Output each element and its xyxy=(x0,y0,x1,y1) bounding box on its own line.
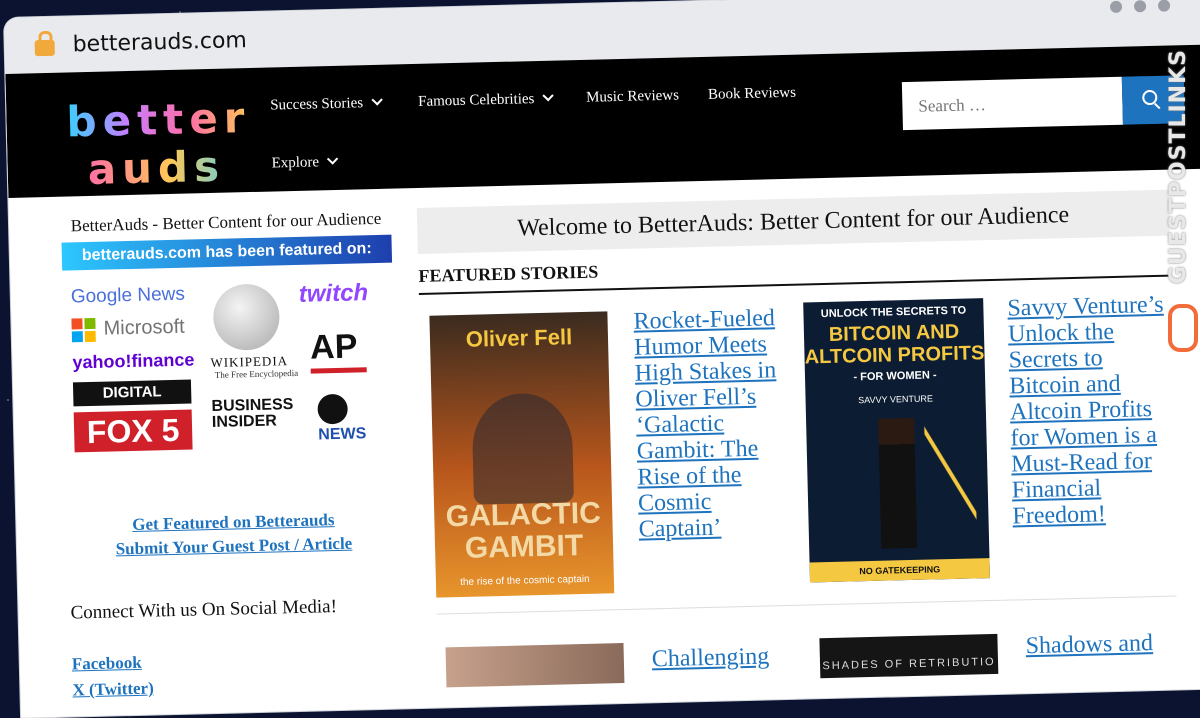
watermark-text: GUESTPOSTLINKS xyxy=(1166,49,1191,284)
yahoo-finance-logo: yahoo!finance xyxy=(72,349,195,373)
story-title-link[interactable]: Savvy Venture’s Unlock the Secrets to Bi… xyxy=(1007,292,1164,530)
microsoft-logo: Microsoft xyxy=(103,315,185,340)
chevron-down-icon xyxy=(327,153,339,165)
connect-heading: Connect With us On Social Media! xyxy=(70,596,338,624)
story-title-link[interactable]: Challenging xyxy=(652,644,770,673)
bitcoin-profits-cover[interactable]: UNLOCK THE SECRETS TO BITCOIN AND ALTCOI… xyxy=(803,298,990,583)
story-divider xyxy=(436,595,1177,615)
galactic-gambit-cover[interactable]: Oliver Fell GALACTIC GAMBIT the rise of … xyxy=(429,311,615,598)
search-icon xyxy=(1142,89,1158,106)
cover-title: BITCOIN AND ALTCOIN PROFITS xyxy=(804,320,985,369)
main-content: Welcome to BetterAuds: Better Content fo… xyxy=(416,189,1177,688)
nav-famous-celebrities[interactable]: Famous Celebrities xyxy=(417,90,554,111)
chart-arrow-icon xyxy=(924,418,977,530)
sidebar: BetterAuds - Better Content for our Audi… xyxy=(61,209,403,707)
cover-subtitle: - FOR WOMEN - xyxy=(853,369,937,384)
fox5-logo: FOX 5 xyxy=(73,409,193,453)
nav-book-reviews[interactable]: Book Reviews xyxy=(708,85,796,104)
story-card: Rocket-Fueled Humor Meets High Stakes in… xyxy=(633,305,799,542)
twitter-link[interactable]: X (Twitter) xyxy=(72,672,402,700)
nav-music-reviews[interactable]: Music Reviews xyxy=(586,88,679,107)
submit-guest-post-link[interactable]: Submit Your Guest Post / Article xyxy=(69,533,399,561)
ap-logo: AP xyxy=(309,327,358,367)
browser-window: betterauds.com better auds Success Stori… xyxy=(4,0,1200,718)
search-input[interactable] xyxy=(901,76,1121,133)
window-controls xyxy=(1109,0,1171,13)
featured-on-banner: betterauds.com has been featured on: xyxy=(61,234,393,271)
cover-footer: NO GATEKEEPING xyxy=(809,558,990,583)
logo-line1: better xyxy=(65,93,252,147)
guestpostlinks-watermark: GUESTPOSTLINKS xyxy=(1160,49,1200,354)
cover-subtitle: the rise of the cosmic captain xyxy=(460,573,590,589)
story-title-link[interactable]: Shadows and xyxy=(1025,630,1153,659)
search-box xyxy=(901,76,1123,133)
cover-author: Oliver Fell xyxy=(465,324,573,352)
shades-of-retribution-cover[interactable]: SHADES OF RETRIBUTIO xyxy=(819,633,999,679)
lock-icon xyxy=(34,39,55,57)
featured-stories-heading: FEATURED STORIES xyxy=(418,247,1171,295)
abc-icon xyxy=(317,393,349,425)
nav-label: Book Reviews xyxy=(707,84,797,103)
window-dot-icon[interactable] xyxy=(1133,0,1147,13)
nav-label: Explore xyxy=(271,154,320,172)
url-text[interactable]: betterauds.com xyxy=(72,28,247,57)
window-dot-icon[interactable] xyxy=(1109,0,1123,13)
google-news-logo: Google News xyxy=(70,283,186,308)
ap-underline xyxy=(310,367,367,374)
abc-news-logo: NEWS xyxy=(318,425,367,444)
business-insider-logo: BUSINESS INSIDER xyxy=(211,396,294,432)
microsoft-icon xyxy=(71,317,98,345)
story-card: Challenging xyxy=(652,642,813,673)
social-links: Facebook X (Twitter) xyxy=(72,646,403,700)
nav-label: Music Reviews xyxy=(585,87,680,106)
cover-title: GALACTIC GAMBIT xyxy=(445,496,602,565)
welcome-heading: Welcome to BetterAuds: Better Content fo… xyxy=(416,189,1170,254)
nav-label: Famous Celebrities xyxy=(417,91,535,110)
astronaut-figures-icon xyxy=(471,392,575,505)
nav-success-stories[interactable]: Success Stories xyxy=(270,94,383,115)
digital-journal-logo: DIGITAL JOURNAL xyxy=(72,379,192,426)
press-logos: Google News Microsoft yahoo!finance DIGI… xyxy=(62,273,397,481)
story-card: Savvy Venture’s Unlock the Secrets to Bi… xyxy=(1007,292,1173,530)
wikipedia-globe-icon xyxy=(212,283,281,351)
twitch-logo: twitch xyxy=(298,279,369,308)
woman-figure-icon xyxy=(878,417,918,549)
get-featured-link[interactable]: Get Featured on Betterauds xyxy=(68,509,398,537)
chevron-down-icon xyxy=(542,90,554,102)
logo-line2: auds xyxy=(87,142,252,194)
story-cover-image[interactable] xyxy=(445,643,625,688)
nav-explore[interactable]: Explore xyxy=(271,153,339,173)
facebook-link[interactable]: Facebook xyxy=(72,646,402,674)
story-card: Shadows and xyxy=(1025,629,1186,659)
cover-top: UNLOCK THE SECRETS TO xyxy=(820,304,967,321)
nav-label: Success Stories xyxy=(270,95,364,114)
cover-author: SAVVY VENTURE xyxy=(858,393,934,406)
sidebar-tagline: BetterAuds - Better Content for our Audi… xyxy=(70,208,382,236)
feature-links: Get Featured on Betterauds Submit Your G… xyxy=(68,509,399,561)
wikipedia-subtitle: The Free Encyclopedia xyxy=(214,367,299,380)
main-nav: Success Stories Famous Celebrities Music… xyxy=(270,84,830,172)
link-chain-icon xyxy=(1168,304,1198,352)
story-title-link[interactable]: Rocket-Fueled Humor Meets High Stakes in… xyxy=(633,305,776,542)
chevron-down-icon xyxy=(371,94,383,106)
microsoft-squares xyxy=(71,317,96,343)
site-logo[interactable]: better auds xyxy=(65,93,252,194)
